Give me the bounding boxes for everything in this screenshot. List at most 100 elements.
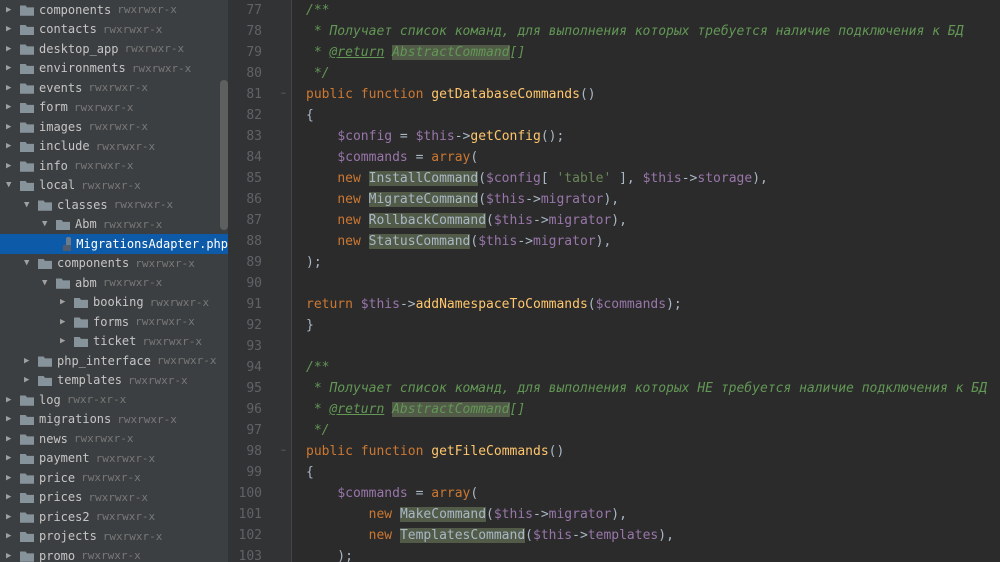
tree-item-booking[interactable]: ▶bookingrwxrwxr-x <box>0 293 228 313</box>
tree-item-info[interactable]: ▶inforwxrwxr-x <box>0 156 228 176</box>
tree-item-news[interactable]: ▶newsrwxrwxr-x <box>0 429 228 449</box>
code-line[interactable]: { <box>306 462 1000 483</box>
code-line[interactable]: new TemplatesCommand($this->templates), <box>306 525 1000 546</box>
tree-item-templates[interactable]: ▶templatesrwxrwxr-x <box>0 371 228 391</box>
code-token: ( <box>478 192 486 207</box>
tree-arrow-icon[interactable]: ▶ <box>6 551 18 561</box>
tree-arrow-icon[interactable]: ▶ <box>6 5 18 15</box>
fold-column[interactable]: −− <box>276 0 292 562</box>
tree-item-payment[interactable]: ▶paymentrwxrwxr-x <box>0 449 228 469</box>
tree-arrow-icon[interactable]: ▶ <box>60 336 72 346</box>
tree-item-ticket[interactable]: ▶ticketrwxrwxr-x <box>0 332 228 352</box>
code-editor[interactable]: 7778798081828384858687888990919293949596… <box>228 0 1000 562</box>
code-line[interactable]: public function getDatabaseCommands() <box>306 84 1000 105</box>
tree-item-migrationsadapter-php[interactable]: MigrationsAdapter.php <box>0 234 228 254</box>
code-line[interactable]: public function getFileCommands() <box>306 441 1000 462</box>
tree-item-prices[interactable]: ▶pricesrwxrwxr-x <box>0 488 228 508</box>
code-line[interactable]: new MakeCommand($this->migrator), <box>306 504 1000 525</box>
tree-arrow-icon[interactable]: ▶ <box>6 122 18 132</box>
tree-arrow-icon[interactable]: ▶ <box>60 317 72 327</box>
code-token: 'table' <box>556 171 611 186</box>
code-token: */ <box>306 423 329 438</box>
tree-item-forms[interactable]: ▶formsrwxrwxr-x <box>0 312 228 332</box>
tree-arrow-icon[interactable]: ▶ <box>6 453 18 463</box>
tree-arrow-icon[interactable]: ▶ <box>6 161 18 171</box>
tree-item-components[interactable]: ▼componentsrwxrwxr-x <box>0 254 228 274</box>
tree-arrow-icon[interactable]: ▼ <box>24 258 36 268</box>
tree-arrow-icon[interactable]: ▶ <box>6 395 18 405</box>
tree-arrow-icon[interactable]: ▶ <box>6 102 18 112</box>
code-line[interactable]: { <box>306 105 1000 126</box>
code-line[interactable]: } <box>306 315 1000 336</box>
tree-item-price[interactable]: ▶pricerwxrwxr-x <box>0 468 228 488</box>
tree-arrow-icon[interactable]: ▶ <box>24 375 36 385</box>
code-token: new <box>337 213 368 228</box>
folder-icon <box>20 550 34 562</box>
tree-item-prices2[interactable]: ▶prices2rwxrwxr-x <box>0 507 228 527</box>
code-line[interactable] <box>306 336 1000 357</box>
code-line[interactable]: new MigrateCommand($this->migrator), <box>306 189 1000 210</box>
tree-arrow-icon[interactable]: ▶ <box>6 141 18 151</box>
code-line[interactable]: new InstallCommand($config[ 'table' ], $… <box>306 168 1000 189</box>
tree-item-include[interactable]: ▶includerwxrwxr-x <box>0 137 228 157</box>
code-token <box>384 45 392 60</box>
tree-arrow-icon[interactable]: ▶ <box>6 512 18 522</box>
code-line[interactable]: return $this->addNamespaceToCommands($co… <box>306 294 1000 315</box>
code-line[interactable]: * @return AbstractCommand[] <box>306 399 1000 420</box>
tree-arrow-icon[interactable]: ▶ <box>60 297 72 307</box>
tree-item-components[interactable]: ▶componentsrwxrwxr-x <box>0 0 228 20</box>
tree-item-abm[interactable]: ▼abmrwxrwxr-x <box>0 273 228 293</box>
code-line[interactable]: ); <box>306 252 1000 273</box>
tree-arrow-icon[interactable]: ▼ <box>24 200 36 210</box>
tree-arrow-icon[interactable]: ▶ <box>6 473 18 483</box>
tree-item-promo[interactable]: ▶promorwxrwxr-x <box>0 546 228 562</box>
code-line[interactable]: $commands = array( <box>306 147 1000 168</box>
tree-arrow-icon[interactable]: ▶ <box>6 434 18 444</box>
tree-item-projects[interactable]: ▶projectsrwxrwxr-x <box>0 527 228 547</box>
tree-arrow-icon[interactable]: ▶ <box>6 44 18 54</box>
fold-marker[interactable]: − <box>276 84 291 105</box>
tree-item-abm[interactable]: ▼Abmrwxrwxr-x <box>0 215 228 235</box>
tree-item-contacts[interactable]: ▶contactsrwxrwxr-x <box>0 20 228 40</box>
tree-arrow-icon[interactable]: ▶ <box>6 531 18 541</box>
code-line[interactable]: * Получает список команд, для выполнения… <box>306 378 1000 399</box>
tree-item-form[interactable]: ▶formrwxrwxr-x <box>0 98 228 118</box>
code-line[interactable]: * Получает список команд, для выполнения… <box>306 21 1000 42</box>
code-line[interactable]: */ <box>306 63 1000 84</box>
code-line[interactable]: ); <box>306 546 1000 562</box>
tree-arrow-icon[interactable]: ▶ <box>6 414 18 424</box>
tree-item-images[interactable]: ▶imagesrwxrwxr-x <box>0 117 228 137</box>
code-line[interactable]: /** <box>306 357 1000 378</box>
folder-icon <box>20 140 34 152</box>
fold-marker[interactable]: − <box>276 441 291 462</box>
code-line[interactable]: new RollbackCommand($this->migrator), <box>306 210 1000 231</box>
code-line[interactable] <box>306 273 1000 294</box>
tree-arrow-icon[interactable]: ▶ <box>24 356 36 366</box>
tree-arrow-icon[interactable]: ▶ <box>6 492 18 502</box>
code-line[interactable]: */ <box>306 420 1000 441</box>
tree-arrow-icon[interactable]: ▶ <box>6 63 18 73</box>
tree-item-permissions: rwxrwxr-x <box>96 140 156 153</box>
code-line[interactable]: $config = $this->getConfig(); <box>306 126 1000 147</box>
tree-item-desktop_app[interactable]: ▶desktop_apprwxrwxr-x <box>0 39 228 59</box>
code-line[interactable]: new StatusCommand($this->migrator), <box>306 231 1000 252</box>
tree-item-environments[interactable]: ▶environmentsrwxrwxr-x <box>0 59 228 79</box>
tree-arrow-icon[interactable]: ▼ <box>42 219 54 229</box>
tree-item-php_interface[interactable]: ▶php_interfacerwxrwxr-x <box>0 351 228 371</box>
sidebar-scrollbar[interactable] <box>220 80 228 230</box>
file-tree-sidebar[interactable]: ▶componentsrwxrwxr-x▶contactsrwxrwxr-x▶d… <box>0 0 228 562</box>
line-number: 82 <box>228 105 262 126</box>
tree-arrow-icon[interactable]: ▶ <box>6 83 18 93</box>
tree-item-migrations[interactable]: ▶migrationsrwxrwxr-x <box>0 410 228 430</box>
code-line[interactable]: $commands = array( <box>306 483 1000 504</box>
code-area[interactable]: /** * Получает список команд, для выполн… <box>292 0 1000 562</box>
code-line[interactable]: * @return AbstractCommand[] <box>306 42 1000 63</box>
tree-arrow-icon[interactable]: ▼ <box>6 180 18 190</box>
code-line[interactable]: /** <box>306 0 1000 21</box>
tree-item-classes[interactable]: ▼classesrwxrwxr-x <box>0 195 228 215</box>
tree-item-local[interactable]: ▼localrwxrwxr-x <box>0 176 228 196</box>
tree-item-events[interactable]: ▶eventsrwxrwxr-x <box>0 78 228 98</box>
tree-arrow-icon[interactable]: ▶ <box>6 24 18 34</box>
tree-arrow-icon[interactable]: ▼ <box>42 278 54 288</box>
tree-item-log[interactable]: ▶logrwxr-xr-x <box>0 390 228 410</box>
